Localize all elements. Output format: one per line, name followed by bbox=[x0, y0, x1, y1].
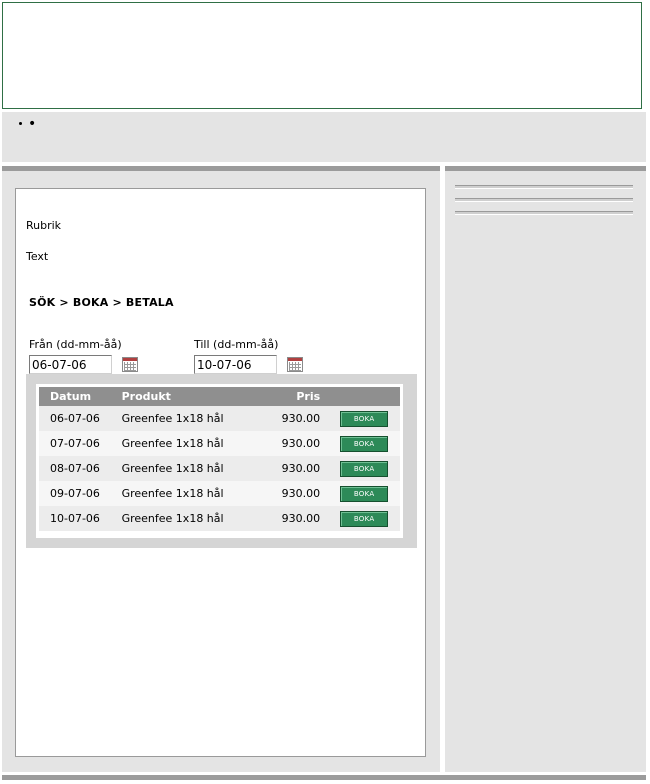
footer-bar bbox=[2, 775, 646, 780]
results-table: Datum Produkt Pris 06-07-06 Greenfee 1x1… bbox=[39, 387, 400, 531]
row-date: 10-07-06 bbox=[39, 506, 122, 531]
breadcrumb: SÖK > BOKA > BETALA bbox=[29, 296, 174, 309]
row-price: 930.00 bbox=[260, 431, 341, 456]
row-product: Greenfee 1x18 hål bbox=[121, 506, 261, 531]
boka-button[interactable]: BOKA bbox=[340, 410, 389, 427]
results-panel: Datum Produkt Pris 06-07-06 Greenfee 1x1… bbox=[26, 374, 417, 548]
from-date-label: Från (dd-mm-åå) bbox=[29, 338, 122, 351]
row-action-cell: BOKA bbox=[340, 506, 400, 531]
table-row: 07-07-06 Greenfee 1x18 hål 930.00 BOKA bbox=[39, 431, 400, 456]
row-price: 930.00 bbox=[260, 481, 341, 506]
table-row: 09-07-06 Greenfee 1x18 hål 930.00 BOKA bbox=[39, 481, 400, 506]
sidebar-divider bbox=[455, 198, 633, 202]
table-row: 06-07-06 Greenfee 1x18 hål 930.00 BOKA bbox=[39, 406, 400, 431]
right-sidebar bbox=[445, 166, 646, 772]
boka-button[interactable]: BOKA bbox=[340, 435, 389, 452]
row-date: 06-07-06 bbox=[39, 406, 122, 431]
table-row: 10-07-06 Greenfee 1x18 hål 930.00 BOKA bbox=[39, 506, 400, 531]
table-header-row: Datum Produkt Pris bbox=[39, 387, 400, 406]
row-product: Greenfee 1x18 hål bbox=[121, 431, 261, 456]
boka-button[interactable]: BOKA bbox=[340, 485, 389, 502]
sidebar-divider bbox=[455, 185, 633, 189]
page-heading: Rubrik bbox=[26, 219, 62, 232]
row-action-cell: BOKA bbox=[340, 481, 400, 506]
header-banner bbox=[2, 2, 642, 109]
content-panel: Rubrik Text SÖK > BOKA > BETALA Från (dd… bbox=[15, 188, 426, 757]
row-product: Greenfee 1x18 hål bbox=[121, 481, 261, 506]
row-product: Greenfee 1x18 hål bbox=[121, 456, 261, 481]
row-action-cell: BOKA bbox=[340, 406, 400, 431]
column-header-action bbox=[340, 387, 400, 406]
row-date: 07-07-06 bbox=[39, 431, 122, 456]
row-product: Greenfee 1x18 hål bbox=[121, 406, 261, 431]
calendar-icon[interactable] bbox=[122, 357, 138, 372]
row-date: 08-07-06 bbox=[39, 456, 122, 481]
page-text: Text bbox=[26, 250, 49, 263]
results-table-container: Datum Produkt Pris 06-07-06 Greenfee 1x1… bbox=[36, 384, 403, 538]
sidebar-divider bbox=[455, 211, 633, 215]
to-date-label: Till (dd-mm-åå) bbox=[194, 338, 279, 351]
boka-button[interactable]: BOKA bbox=[340, 460, 389, 477]
column-header-date: Datum bbox=[39, 387, 122, 406]
row-action-cell: BOKA bbox=[340, 431, 400, 456]
row-price: 930.00 bbox=[260, 406, 341, 431]
row-action-cell: BOKA bbox=[340, 456, 400, 481]
boka-button[interactable]: BOKA bbox=[340, 510, 389, 527]
row-price: 930.00 bbox=[260, 456, 341, 481]
table-row: 08-07-06 Greenfee 1x18 hål 930.00 BOKA bbox=[39, 456, 400, 481]
nav-bar bbox=[2, 112, 646, 162]
from-date-input[interactable] bbox=[29, 355, 112, 374]
calendar-icon[interactable] bbox=[287, 357, 303, 372]
column-header-price: Pris bbox=[260, 387, 341, 406]
row-date: 09-07-06 bbox=[39, 481, 122, 506]
row-price: 930.00 bbox=[260, 506, 341, 531]
column-header-product: Produkt bbox=[121, 387, 261, 406]
to-date-input[interactable] bbox=[194, 355, 277, 374]
